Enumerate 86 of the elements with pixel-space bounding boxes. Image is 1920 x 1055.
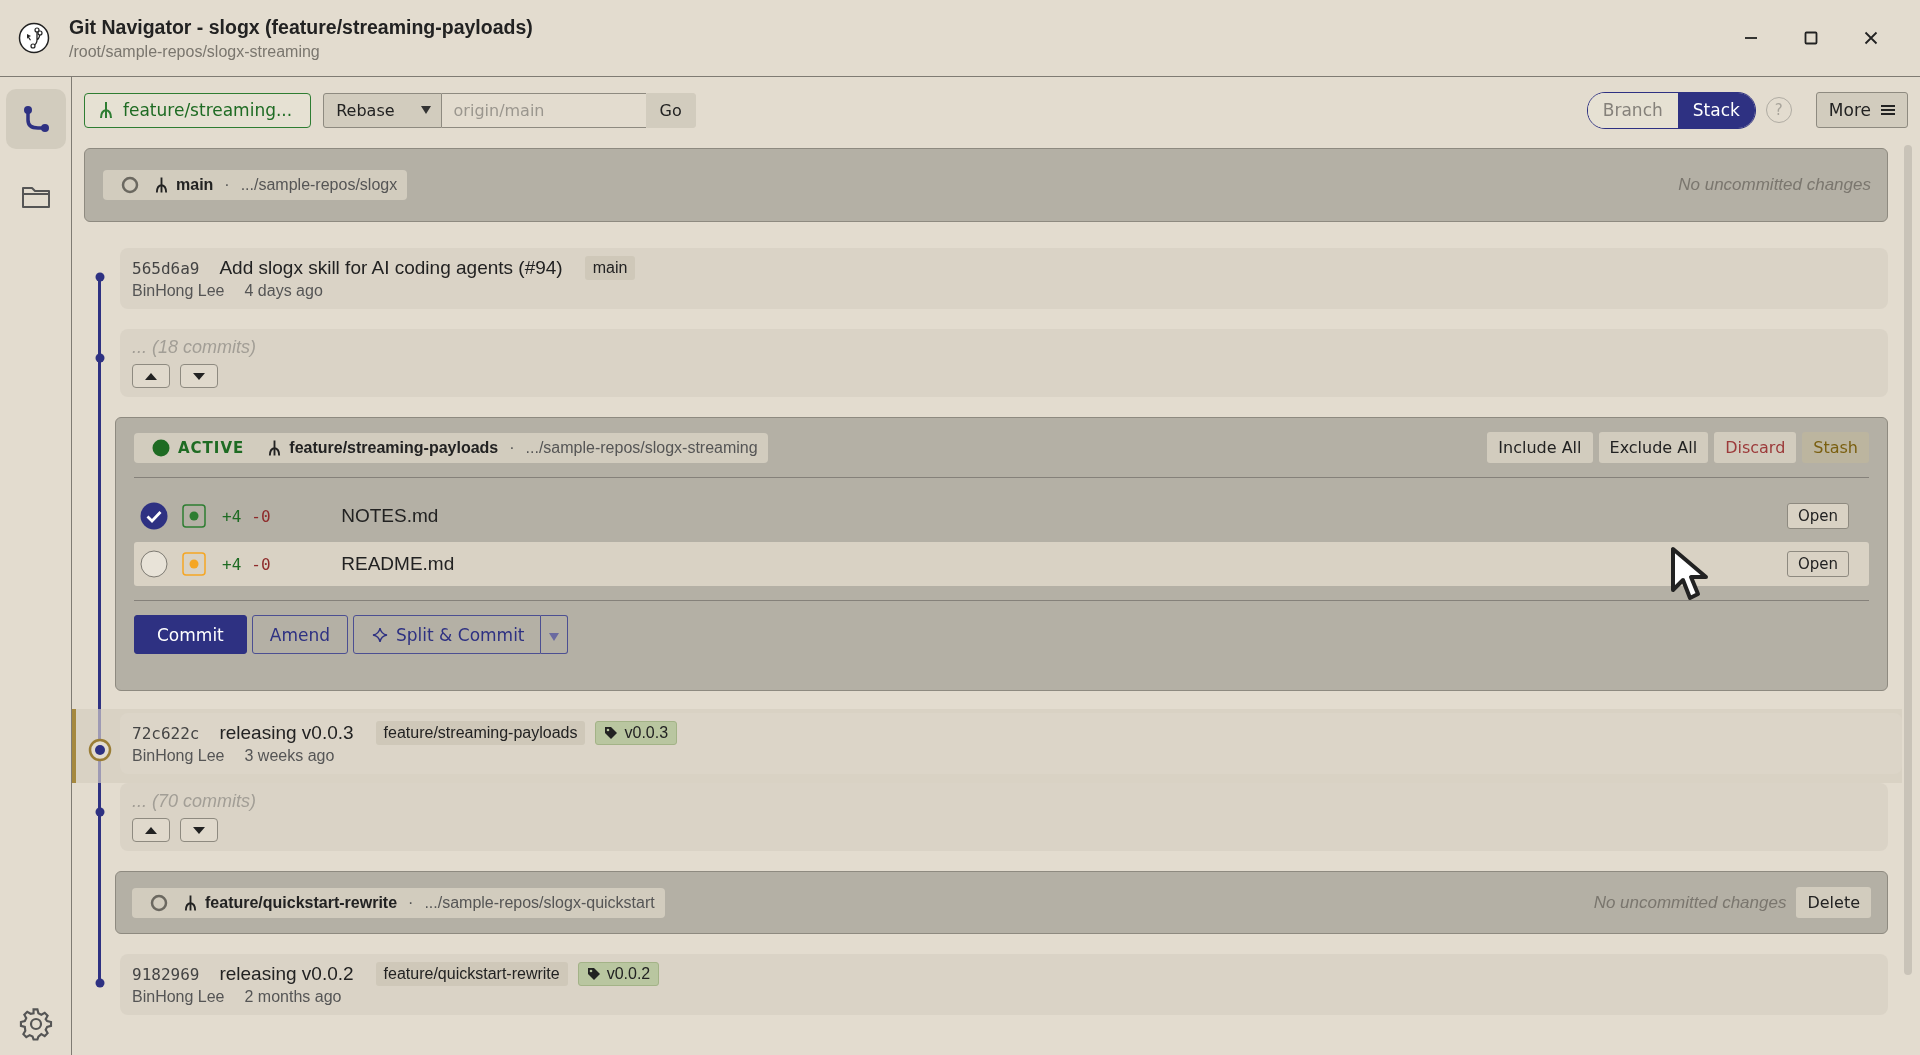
sparkle-icon xyxy=(372,626,388,643)
menu-icon xyxy=(1881,104,1895,116)
commit-message: Add slogx skill for AI coding agents (#94) xyxy=(219,257,563,279)
close-icon[interactable] xyxy=(1864,31,1878,45)
commit-card[interactable]: 72c622c releasing v0.0.3 feature/streaming-payloads v0.0.3 BinHong Lee 3 weeks ago xyxy=(120,713,1902,774)
commit-hash: 565d6a9 xyxy=(132,258,200,278)
file-row[interactable]: +4 -0 README.md Open xyxy=(134,542,1869,586)
graph-view-button[interactable] xyxy=(5,89,66,149)
branch-name: feature/quickstart-rewrite xyxy=(205,893,398,912)
worktree-action-button[interactable]: Discard xyxy=(1714,432,1797,463)
file-name: NOTES.md xyxy=(341,505,439,527)
worktree-path: .../sample-repos/slogx-quickstart xyxy=(424,893,655,912)
target-input-field[interactable]: origin/main xyxy=(441,92,646,128)
active-label: ACTIVE xyxy=(178,438,245,457)
commit-author: BinHong Lee xyxy=(132,988,225,1006)
branch-icon xyxy=(155,176,168,194)
maximize-icon[interactable] xyxy=(1804,31,1818,45)
commit-author: BinHong Lee xyxy=(132,747,225,765)
branch-icon xyxy=(99,101,113,119)
worktree-path: .../sample-repos/slogx xyxy=(240,176,398,194)
expand-up-button[interactable] xyxy=(132,364,170,388)
worktree-action-button[interactable]: Delete xyxy=(1796,887,1871,918)
expand-up-button[interactable] xyxy=(132,818,170,842)
commit-author: BinHong Lee xyxy=(132,282,225,300)
worktree-status: No uncommitted changes xyxy=(1678,175,1871,195)
branch-label: main xyxy=(584,256,636,280)
commit-message: releasing v0.0.2 xyxy=(219,963,354,985)
lines-added: +4 xyxy=(222,554,242,574)
commit-hash: 72c622c xyxy=(132,723,200,743)
down-arrow-icon xyxy=(193,826,205,834)
unchecked-checkbox[interactable] xyxy=(140,550,168,578)
amend-button[interactable]: Amend xyxy=(251,615,348,654)
caret-icon xyxy=(548,632,559,641)
commit-button[interactable]: Commit xyxy=(134,615,247,654)
go-button[interactable]: Go xyxy=(645,92,696,128)
branch-icon xyxy=(184,893,197,912)
commit-message: releasing v0.0.3 xyxy=(219,722,354,744)
branch-button[interactable]: feature/streaming... xyxy=(84,92,312,128)
split-commit-button[interactable]: Split & Commit xyxy=(353,615,541,654)
tag-icon xyxy=(586,967,601,981)
separator-dot: · xyxy=(408,893,414,912)
worktree-status: No uncommitted changes xyxy=(1593,892,1787,913)
lines-removed: -0 xyxy=(251,506,272,526)
branch-label: feature/streaming-payloads xyxy=(375,721,586,745)
commit-card[interactable]: 565d6a9 Add slogx skill for AI coding agents (#94) main BinHong Lee 4 days ago xyxy=(120,248,1888,309)
branch-icon xyxy=(268,438,282,457)
commit-card[interactable]: 9182969 releasing v0.0.2 feature/quickstart-rewrite v0.0.2 BinHong Lee 2 months ago xyxy=(120,954,1888,1015)
more-button[interactable]: More xyxy=(1815,92,1908,128)
view-mode-tab[interactable]: Stack xyxy=(1677,92,1755,128)
repo-path: /root/sample-repos/slogx-streaming xyxy=(69,42,321,61)
worktree-path: .../sample-repos/slogx-streaming xyxy=(525,438,758,457)
settings-icon[interactable] xyxy=(18,1007,53,1041)
split-menu-button[interactable] xyxy=(540,615,568,654)
app-logo-icon xyxy=(18,22,50,54)
checked-checkbox[interactable] xyxy=(140,502,168,530)
separator-dot: · xyxy=(224,176,230,194)
collapsed-count: ... (70 commits) xyxy=(132,791,256,811)
up-arrow-icon xyxy=(145,372,157,380)
commit-time: 4 days ago xyxy=(244,282,323,300)
up-arrow-icon xyxy=(145,826,157,834)
lines-removed: -0 xyxy=(251,554,272,574)
commit-time: 3 weeks ago xyxy=(244,747,335,765)
open-button[interactable]: Open xyxy=(1786,551,1849,577)
file-name: README.md xyxy=(341,553,455,575)
separator-dot: · xyxy=(509,438,515,457)
collapsed-count: ... (18 commits) xyxy=(132,337,256,357)
tag-label: v0.0.3 xyxy=(595,721,678,745)
branch-label: feature/quickstart-rewrite xyxy=(375,962,568,986)
lines-added: +4 xyxy=(222,506,242,526)
open-button[interactable]: Open xyxy=(1786,503,1849,529)
dropdown-caret-icon xyxy=(420,106,431,114)
commit-time: 2 months ago xyxy=(244,988,342,1006)
window-title: Git Navigator - slogx (feature/streaming-payloads) xyxy=(69,15,533,39)
expand-down-button[interactable] xyxy=(180,364,218,388)
down-arrow-icon xyxy=(193,372,205,380)
folder-icon xyxy=(20,184,51,210)
tag-icon xyxy=(604,726,619,740)
operation-dropdown[interactable]: Rebase xyxy=(323,92,442,128)
expand-down-button[interactable] xyxy=(180,818,218,842)
commit-hash: 9182969 xyxy=(132,964,200,984)
branch-name: main xyxy=(176,176,214,194)
file-row[interactable]: +4 -0 NOTES.md Open xyxy=(134,494,1869,538)
branch-name: feature/streaming-payloads xyxy=(289,438,499,457)
tag-label: v0.0.2 xyxy=(577,962,660,986)
worktree-action-button[interactable]: Exclude All xyxy=(1598,432,1709,463)
worktree-action-button[interactable]: Include All xyxy=(1487,432,1593,463)
